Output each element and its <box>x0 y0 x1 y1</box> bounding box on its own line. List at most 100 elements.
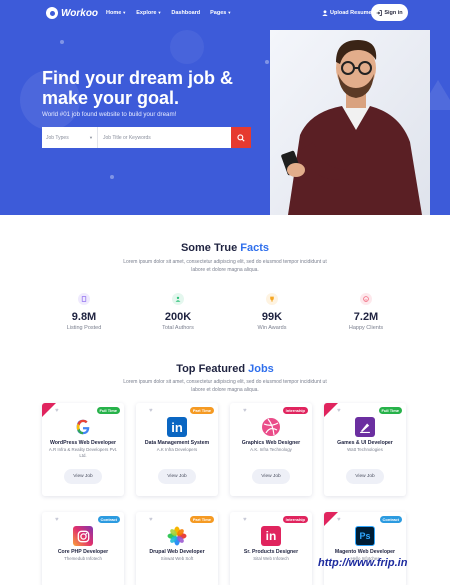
featured-ribbon <box>42 403 56 417</box>
nav-item-label: Explore <box>136 10 157 16</box>
nav-item-explore[interactable]: Explore▼ <box>136 10 161 16</box>
nav-item-label: Home <box>106 10 122 16</box>
job-card[interactable]: ♥ Internship in Sr. Products Designer Si… <box>230 512 312 585</box>
hero-subtitle: World #01 job found website to build you… <box>42 111 177 118</box>
jobs-desc-line: labore et dolore magna aliqua. <box>191 387 259 393</box>
photoshop-logo-icon: Ps <box>355 526 375 546</box>
stat-label: Total Authors <box>162 325 194 331</box>
job-type-select[interactable]: Job Types ▼ <box>42 127 98 148</box>
facts-desc-line: Lorem ipsum dolor sit amet, consectetur … <box>123 259 327 265</box>
heart-icon[interactable]: ♥ <box>337 517 341 523</box>
nav-item-label: Pages <box>210 10 227 16</box>
job-card[interactable]: ♥ Full Time WordPress Web Developer A.R … <box>42 403 124 496</box>
job-type-badge: Part Time <box>189 407 214 414</box>
job-type-badge: Internship <box>282 516 308 523</box>
job-card[interactable]: ♥ Contract Ps Magento Web Developer Hell… <box>324 512 406 585</box>
brand-logo[interactable]: Workoo <box>46 7 98 19</box>
job-title[interactable]: WordPress Web Developer <box>42 440 124 446</box>
facts-description: Lorem ipsum dolor sit amet, consectetur … <box>115 258 335 274</box>
view-job-button[interactable]: View Job <box>346 469 384 484</box>
job-title[interactable]: Magento Web Developer <box>324 549 406 555</box>
trophy-icon <box>266 293 278 305</box>
job-title[interactable]: Drupal Web Developer <box>136 549 218 555</box>
job-card[interactable]: ♥ Full Time Games & UI Developer Watt Te… <box>324 403 406 496</box>
nav-item-home[interactable]: Home▼ <box>106 10 126 16</box>
job-card[interactable]: ♥ Part Time in Data Management System A.… <box>136 403 218 496</box>
top-navbar: Workoo Home▼ Explore▼ Dashboard Pages▼ U… <box>0 0 450 28</box>
featured-ribbon <box>324 512 338 526</box>
sign-in-button[interactable]: Sign in <box>371 4 408 21</box>
job-card[interactable]: ♥ Part Time Drupal Web Developer Sinwat … <box>136 512 218 585</box>
user-icon <box>322 10 328 16</box>
hero-section: Workoo Home▼ Explore▼ Dashboard Pages▼ U… <box>0 0 450 215</box>
job-card[interactable]: ♥ Internship Graphics Web Designer A.K. … <box>230 403 312 496</box>
google-logo-icon <box>73 417 93 437</box>
heart-icon[interactable]: ♥ <box>55 517 59 523</box>
keyword-input[interactable]: Job Title or Keywords <box>98 127 231 148</box>
jobs-desc-line: Lorem ipsum dolor sit amet, consectetur … <box>123 379 327 385</box>
job-title[interactable]: Sr. Products Designer <box>230 549 312 555</box>
login-icon <box>376 9 383 16</box>
search-icon <box>237 133 245 142</box>
jobs-description: Lorem ipsum dolor sit amet, consectetur … <box>115 378 335 394</box>
heart-icon[interactable]: ♥ <box>243 408 247 414</box>
decor-dot <box>110 175 114 179</box>
photos-logo-icon <box>167 526 187 546</box>
brand-name: Workoo <box>61 7 99 19</box>
facts-title-main: Some True <box>180 242 241 254</box>
nav-item-pages[interactable]: Pages▼ <box>210 10 231 16</box>
featured-ribbon <box>324 403 338 417</box>
company-name: Sinwat Web Soft <box>160 556 194 561</box>
nav-item-label: Dashboard <box>171 10 201 16</box>
stat-label: Listing Posted <box>66 325 102 331</box>
jobs-title: Top Featured Jobs <box>0 363 450 375</box>
job-title[interactable]: Data Management System <box>136 440 218 446</box>
company-name: A.R Infra & Reality Developers Pvt. Ltd. <box>48 447 118 458</box>
facts-title-highlight: Facts <box>240 242 270 254</box>
decor-dot <box>60 40 64 44</box>
stat-value: 9.8M <box>71 311 97 323</box>
stat-label: Win Awards <box>257 325 287 331</box>
company-name: Themedub Infotech <box>64 556 102 561</box>
invision-logo-icon: in <box>261 526 281 546</box>
chevron-down-icon: ▼ <box>122 10 127 15</box>
upload-resume-label: Upload Resume <box>330 10 372 16</box>
hero-person-illustration <box>270 30 430 215</box>
heart-icon[interactable]: ♥ <box>337 408 341 414</box>
job-type-badge: Contract <box>379 516 402 523</box>
chevron-down-icon: ▼ <box>157 10 162 15</box>
job-search-bar: Job Types ▼ Job Title or Keywords <box>42 127 251 148</box>
stat-win-awards: 99K Win Awards <box>237 293 307 331</box>
chevron-down-icon: ▼ <box>89 135 93 140</box>
heart-icon[interactable]: ♥ <box>55 408 59 414</box>
job-type-badge: Full Time <box>96 407 120 414</box>
stat-value: 200K <box>164 311 192 323</box>
company-name: A.K Infra Developers <box>156 447 198 452</box>
job-card[interactable]: ♥ Contract Core PHP Developer Themedub I… <box>42 512 124 585</box>
hero-title-line: Find your dream job & <box>42 68 234 88</box>
nav-item-dashboard[interactable]: Dashboard <box>171 10 200 16</box>
company-name: A.K. Infra Technology <box>250 447 292 452</box>
view-job-button[interactable]: View Job <box>252 469 290 484</box>
hero-title-line: make your goal. <box>42 88 180 108</box>
keyword-placeholder: Job Title or Keywords <box>103 134 151 141</box>
job-title[interactable]: Core PHP Developer <box>42 549 124 555</box>
dribbble-logo-icon <box>261 417 281 437</box>
search-button[interactable] <box>231 127 251 148</box>
upload-resume-link[interactable]: Upload Resume <box>322 10 372 16</box>
linkedin-logo-icon: in <box>167 417 187 437</box>
stat-total-authors: 200K Total Authors <box>143 293 213 331</box>
view-job-button[interactable]: View Job <box>64 469 102 484</box>
job-title[interactable]: Games & UI Developer <box>324 440 406 446</box>
heart-icon[interactable]: ♥ <box>149 408 153 414</box>
main-menu: Home▼ Explore▼ Dashboard Pages▼ <box>106 10 231 16</box>
document-icon <box>78 293 90 305</box>
view-job-button[interactable]: View Job <box>158 469 196 484</box>
stat-happy-clients: 7.2M Happy Clients <box>331 293 401 331</box>
heart-icon[interactable]: ♥ <box>243 517 247 523</box>
stat-value: 7.2M <box>353 311 379 323</box>
heart-icon[interactable]: ♥ <box>149 517 153 523</box>
job-title[interactable]: Graphics Web Designer <box>230 440 312 446</box>
jobs-title-highlight: Jobs <box>248 363 274 375</box>
sign-in-label: Sign in <box>384 9 403 16</box>
